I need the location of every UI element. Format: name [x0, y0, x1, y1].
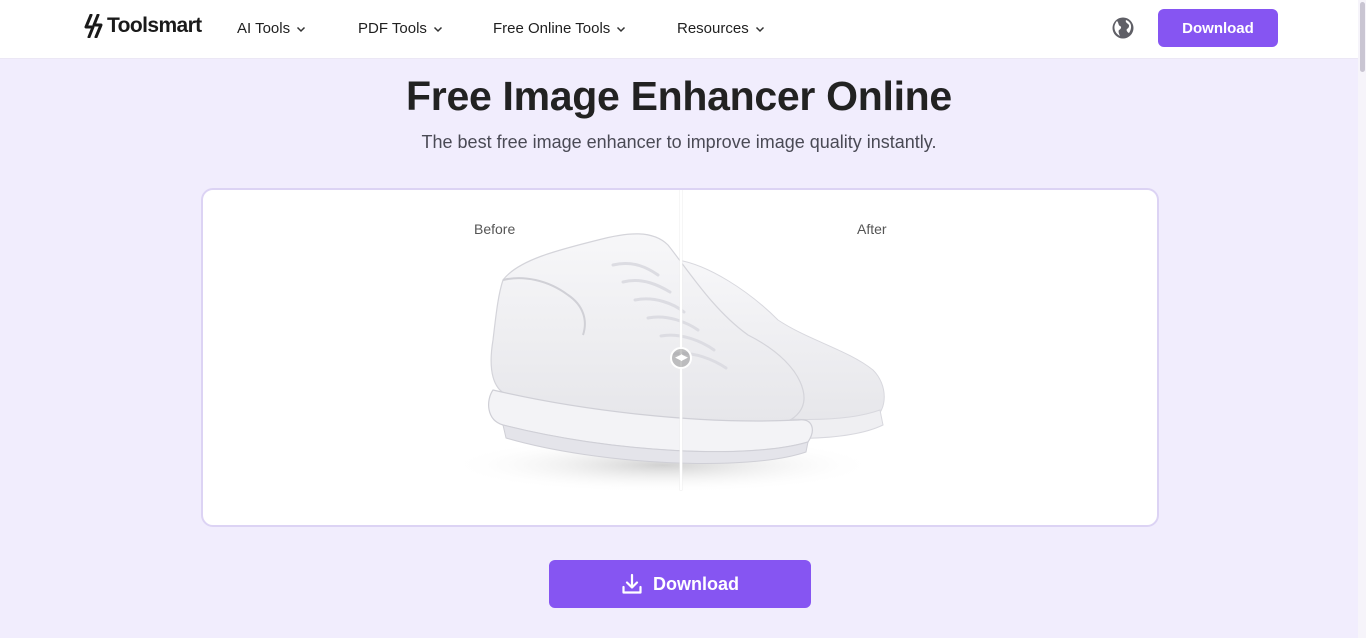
chevron-down-icon — [617, 26, 626, 32]
main-download-button[interactable]: Download — [549, 560, 811, 608]
nav-resources[interactable]: Resources — [677, 0, 766, 57]
brand-logo[interactable]: Toolsmart — [84, 14, 202, 38]
scrollbar-thumb[interactable] — [1360, 2, 1365, 72]
site-header: Toolsmart AI Tools PDF Tools Free Online… — [0, 0, 1366, 59]
main-download-label: Download — [653, 573, 739, 594]
nav-pdf-tools[interactable]: PDF Tools — [358, 0, 444, 57]
nav-resources-label: Resources — [677, 20, 749, 37]
page-scrollbar[interactable] — [1358, 0, 1366, 638]
download-icon — [622, 573, 642, 594]
compare-slider-icon[interactable]: ◀▶ — [670, 347, 692, 369]
brand-name: Toolsmart — [107, 14, 202, 37]
header-download-button[interactable]: Download — [1158, 9, 1278, 47]
chevron-down-icon — [755, 26, 764, 32]
page-title: Free Image Enhancer Online — [406, 73, 952, 119]
page-subtitle: The best free image enhancer to improve … — [421, 132, 937, 152]
nav-free-online-tools-label: Free Online Tools — [493, 20, 611, 37]
logo-icon — [84, 14, 103, 38]
nav-ai-tools-label: AI Tools — [237, 20, 291, 37]
before-after-comparison: Before After ◀▶ — [201, 188, 1159, 527]
nav-free-online-tools[interactable]: Free Online Tools — [493, 0, 627, 57]
chevron-down-icon — [433, 26, 442, 32]
nav-ai-tools[interactable]: AI Tools — [237, 0, 307, 57]
sneaker-image — [448, 233, 885, 493]
globe-icon[interactable] — [1111, 16, 1135, 40]
comparison-divider[interactable] — [680, 190, 682, 490]
chevron-down-icon — [297, 26, 306, 32]
slider-arrows-icon: ◀▶ — [675, 352, 688, 363]
nav-pdf-tools-label: PDF Tools — [358, 20, 427, 37]
